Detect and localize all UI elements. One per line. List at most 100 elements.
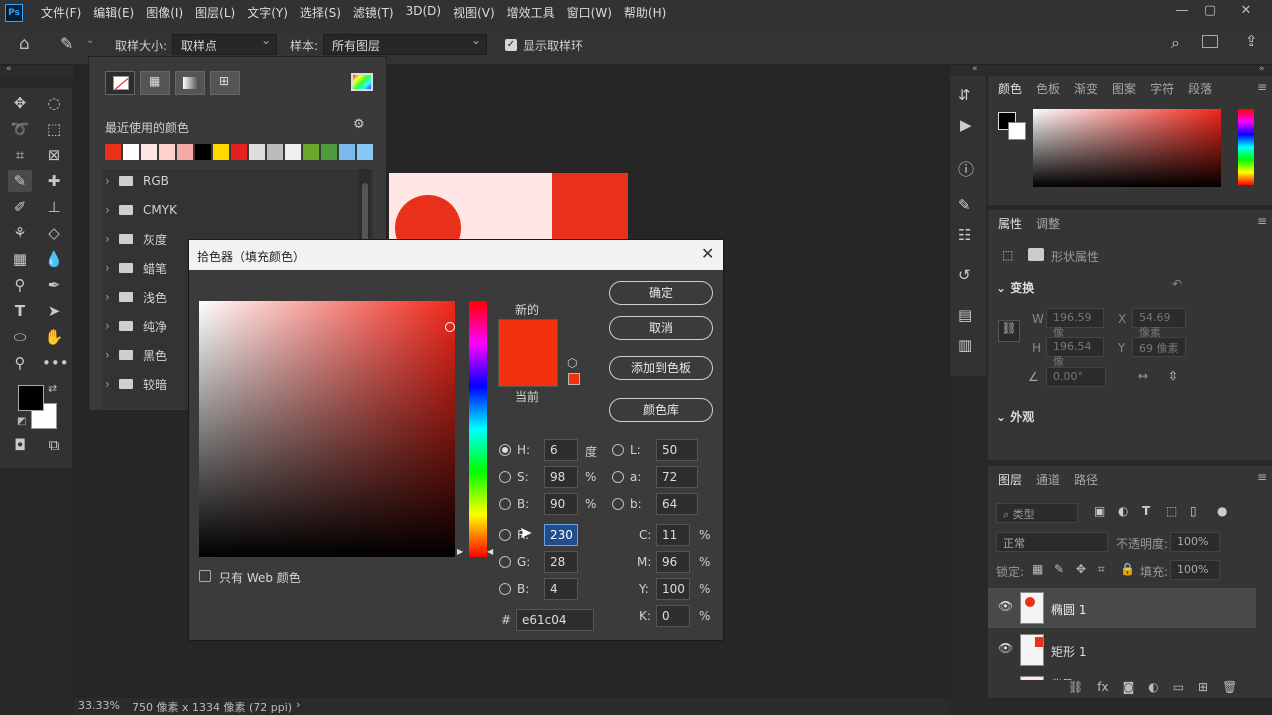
width-field[interactable]: 196.59 像 — [1046, 308, 1104, 339]
angle-field[interactable]: 0.00° — [1046, 367, 1106, 387]
lab-l-radio[interactable] — [612, 444, 624, 456]
marquee-tool-icon[interactable]: ◌ — [42, 92, 66, 114]
tab-properties[interactable]: 属性 — [998, 217, 1022, 231]
move-tool-icon[interactable]: ✥ — [8, 92, 32, 114]
reset-icon[interactable]: ↶ — [1172, 277, 1182, 291]
green-radio[interactable] — [499, 556, 511, 568]
close-window-icon[interactable]: ✕ — [1236, 3, 1256, 18]
saturation-radio[interactable] — [499, 471, 511, 483]
menu-select[interactable]: 选择(S) — [294, 4, 347, 21]
history-brush-icon[interactable]: ⚘ — [8, 222, 32, 244]
lock-pixels-icon[interactable]: ▦ — [1032, 562, 1043, 576]
menu-view[interactable]: 视图(V) — [447, 4, 501, 21]
recent-color-swatch[interactable] — [285, 144, 301, 160]
hue-slider[interactable] — [469, 301, 487, 557]
lock-position-icon[interactable]: ✥ — [1076, 562, 1086, 576]
healing-brush-icon[interactable]: ✚ — [42, 170, 66, 192]
adjustments-icon[interactable]: ☷ — [958, 226, 971, 244]
panel-menu-icon[interactable]: ≡ — [1257, 214, 1267, 228]
lab-b-field[interactable]: 64 — [656, 493, 698, 515]
swatch-group-pastel[interactable]: › 蜡笔 — [105, 257, 167, 279]
recent-color-swatch[interactable] — [357, 144, 373, 160]
x-field[interactable]: 54.69 像素 — [1132, 308, 1186, 339]
lab-a-field[interactable]: 72 — [656, 466, 698, 488]
quick-mask-icon[interactable]: ◘ — [8, 434, 32, 456]
cyan-field[interactable]: 11 — [656, 524, 690, 546]
transform-section[interactable]: ⌄ 变换 — [996, 279, 1034, 296]
workspace-icon[interactable] — [1202, 35, 1218, 48]
brush-settings-icon[interactable]: ✎ — [958, 196, 971, 214]
black-field[interactable]: 0 — [656, 605, 690, 627]
share-icon[interactable]: ⇪ — [1245, 32, 1258, 50]
zoom-tool-icon[interactable]: ⚲ — [8, 352, 32, 374]
lock-all-icon[interactable]: 🔒 — [1120, 562, 1135, 576]
maximize-icon[interactable]: ▢ — [1200, 3, 1220, 18]
libraries-icon[interactable]: ▤ — [958, 306, 972, 324]
filter-smart-icon[interactable]: ▯ — [1190, 504, 1197, 518]
menu-3d[interactable]: 3D(D) — [400, 4, 447, 21]
layer-name[interactable]: 椭圆 1 — [1051, 601, 1086, 618]
blue-field[interactable]: 4 — [544, 578, 578, 600]
crop-tool-icon[interactable]: ⌗ — [8, 144, 32, 166]
swatch-group-gray[interactable]: › 灰度 — [105, 228, 167, 250]
settings-gear-icon[interactable]: ⚙ — [353, 117, 365, 132]
hue-slider-right-arrow[interactable]: ◀ — [487, 547, 493, 556]
tab-adjustments[interactable]: 调整 — [1036, 217, 1060, 231]
color-field-cursor[interactable] — [445, 322, 455, 332]
show-ring-checkbox[interactable]: ✓ — [505, 39, 517, 51]
recent-color-swatch[interactable] — [213, 144, 229, 160]
swatch-group-rgb[interactable]: › RGB — [105, 170, 169, 192]
menu-image[interactable]: 图像(I) — [140, 4, 189, 21]
minimize-icon[interactable]: — — [1172, 3, 1192, 18]
history-icon[interactable]: ⇵ — [958, 86, 971, 104]
lab-l-field[interactable]: 50 — [656, 439, 698, 461]
add-mask-icon[interactable]: ◙ — [1123, 680, 1135, 698]
sample-select[interactable]: 所有图层 — [323, 33, 487, 55]
cancel-button[interactable]: 取消 — [609, 316, 713, 340]
brush-tool-icon[interactable]: ✐ — [8, 196, 32, 218]
collapse-left-icon[interactable]: « — [6, 64, 12, 74]
eyedropper-tool-icon[interactable]: ✎ — [60, 34, 73, 53]
tab-paragraph[interactable]: 段落 — [1188, 82, 1212, 96]
color-field[interactable] — [199, 301, 455, 557]
recent-color-swatch[interactable] — [177, 144, 193, 160]
web-safe-swatch[interactable] — [568, 373, 580, 385]
blend-mode-select[interactable]: 正常 — [996, 532, 1108, 552]
hue-slider-left-arrow[interactable]: ▶ — [457, 547, 463, 556]
tab-paths[interactable]: 路径 — [1074, 473, 1098, 487]
filter-type-icon[interactable]: T — [1142, 504, 1150, 518]
hex-field[interactable]: e61c04 — [516, 609, 594, 631]
visibility-eye-icon[interactable]: 👁 — [998, 599, 1013, 613]
pattern-view-icon[interactable]: ⊞ — [210, 71, 240, 95]
color-libraries-button[interactable]: 颜色库 — [609, 398, 713, 422]
default-colors-icon[interactable]: ◩ — [17, 416, 26, 427]
magenta-field[interactable]: 96 — [656, 551, 690, 573]
rectangle-shape[interactable] — [552, 173, 628, 241]
web-only-checkbox[interactable] — [199, 570, 211, 582]
gradient-tool-icon[interactable]: ▦ — [8, 248, 32, 270]
add-to-swatches-button[interactable]: 添加到色板 — [609, 356, 713, 380]
eraser-tool-icon[interactable]: ◇ — [42, 222, 66, 244]
lab-a-radio[interactable] — [612, 471, 624, 483]
brightness-radio[interactable] — [499, 498, 511, 510]
recent-color-swatch[interactable] — [141, 144, 157, 160]
collapse-mid-icon[interactable]: « — [972, 64, 978, 74]
brightness-field[interactable]: 90 — [544, 493, 578, 515]
dodge-tool-icon[interactable]: ⚲ — [8, 274, 32, 296]
ellipse-tool-icon[interactable]: ⬭ — [8, 326, 32, 348]
menu-plugins[interactable]: 增效工具 — [501, 4, 561, 21]
color-field[interactable] — [1033, 109, 1221, 187]
saturation-field[interactable]: 98 — [544, 466, 578, 488]
swatch-group-light[interactable]: › 浅色 — [105, 286, 167, 308]
layer-row[interactable]: 👁 矩形 1 — [988, 630, 1256, 670]
swatch-group-darker[interactable]: › 较暗 — [105, 373, 167, 395]
sample-size-select[interactable]: 取样点 — [172, 33, 277, 55]
swatch-group-pure[interactable]: › 纯净 — [105, 315, 167, 337]
recent-color-swatch[interactable] — [249, 144, 265, 160]
info-icon[interactable]: ⓘ — [958, 156, 974, 180]
appearance-section[interactable]: ⌄ 外观 — [996, 408, 1034, 425]
menu-type[interactable]: 文字(Y) — [241, 4, 294, 21]
blur-tool-icon[interactable]: 💧 — [42, 248, 66, 270]
tab-gradient[interactable]: 渐变 — [1074, 82, 1098, 96]
foreground-color-swatch[interactable] — [18, 385, 44, 411]
